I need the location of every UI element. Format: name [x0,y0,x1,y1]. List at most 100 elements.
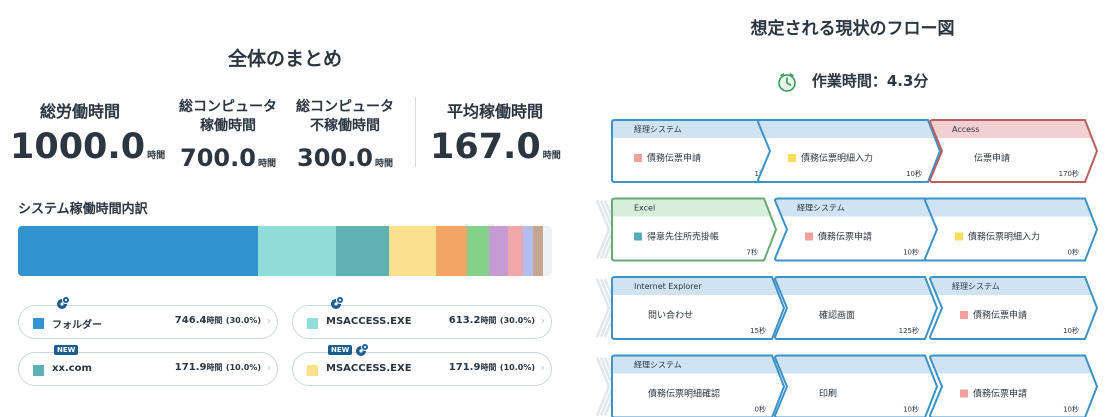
bar-segment-7 [489,226,508,276]
flow-step[interactable]: 経理システム債務伝票申請 10秒 [928,276,1099,340]
card-name: MSACCESS.EXE [326,316,412,327]
flow-marker [634,154,642,162]
bar-segment-2 [258,226,336,276]
flow-continue-icon [595,278,611,338]
flow-step[interactable]: 経理システム債務伝票申請 10秒 [773,197,939,262]
flow-step[interactable]: 確認画面 125秒 [773,276,939,340]
flow-step-time: 7秒 [747,248,758,257]
card-hours: 746.4 [174,315,207,326]
card-pct: (10.0%) [499,363,535,372]
flow-continue-icon [595,357,611,416]
flow-step-header [775,277,937,295]
bar-segment-8 [507,226,523,276]
flow-row-2: Excel 得意先住所売掛帳 7秒 経理システム債務伝票申請 10秒 債務伝票明細入力 0秒 [595,197,1099,262]
flow-app-name: 経理システム [952,281,1000,291]
usage-card-xxcom[interactable]: xx.com 171.9時間 (10.0%) › [18,352,278,386]
new-badge: NEW [328,345,353,355]
flow-step-time: 10秒 [906,169,922,178]
flow-marker [805,232,813,241]
metric-unit: 時間 [147,151,166,161]
flow-step-time: 170秒 [1059,169,1079,178]
flow-step[interactable]: 債務伝票明細入力 10秒 [756,119,942,183]
bar-segment-9 [522,226,534,276]
flow-step[interactable]: Internet Explorer 問い合わせ 15秒 [611,276,786,340]
flow-marker [955,232,963,241]
flow-step[interactable]: 経理システム債務伝票明細確認 0秒 [611,354,786,417]
metric-unit: 時間 [542,151,561,161]
color-swatch [307,318,318,329]
flow-app-name: Access [952,125,979,134]
flow-task-name: 債務伝票申請 [973,388,1027,400]
flow-task-name: 伝票申請 [974,152,1010,164]
flow-task-name: 債務伝票申請 [818,231,872,243]
work-time-label: 作業時間：4.3分 [811,72,929,90]
flow-app-name: Excel [634,204,655,213]
flow-step-header [925,198,1097,217]
bar-segment-5 [436,226,468,276]
flow-step-time: 125秒 [899,326,919,335]
flow-step[interactable]: 債務伝票明細入力 0秒 [923,197,1099,262]
system-usage-stacked-bar [18,226,552,276]
metric-total-work: 総労働時間 1000.0 時間 [10,102,165,167]
flow-task-name: 債務伝票申請 [647,152,701,164]
flow-app-name: 経理システム [797,203,845,213]
flow-title: 想定される現状のフロー図 [750,19,955,39]
metric-computer-active: 総コンピュータ 稼働時間 700.0 時間 [168,98,288,172]
flow-step-time: 10秒 [903,248,919,257]
flow-task-name: 確認画面 [819,309,855,321]
chevron-right-icon: › [540,361,545,374]
new-badge: NEW [54,345,79,355]
flow-panel: 想定される現状のフロー図 作業時間：4.3分 経理システム 債務伝票申請 1秒 債務伝… [595,0,1110,417]
summary-title: 全体のまとめ [227,48,342,70]
metric-value: 167.0 [430,127,541,167]
flow-marker [788,154,796,162]
flow-step[interactable]: 経理システム債務伝票申請1秒 [611,119,786,183]
usage-card-msaccess-2[interactable]: MSACCESS.EXE 171.9時間 (10.0%) › [292,352,552,386]
bar-segment-1 [18,226,259,276]
flow-step[interactable]: Excel 得意先住所売掛帳 7秒 [611,197,778,262]
flow-task-name: 得意先住所売掛帳 [647,231,719,243]
bar-segment-6 [467,226,490,276]
color-swatch [33,365,44,376]
flow-task-name: 問い合わせ [648,309,693,321]
flow-task-name: 印刷 [819,388,837,400]
metric-unit: 時間 [257,159,276,169]
flow-row-4: 経理システム債務伝票明細確認 0秒 印刷 10秒 債務伝票申請 10秒 [595,354,1099,417]
flow-step[interactable]: 債務伝票申請 10秒 [928,354,1099,417]
card-hours: 171.9 [448,362,481,373]
card-pct: (30.0%) [225,316,261,325]
flow-task-name: 債務伝票申請 [973,309,1027,321]
card-unit: 時間 [480,316,497,325]
metric-value: 1000.0 [10,127,146,167]
metric-label: 総コンピュータ 稼働時間 [179,99,277,134]
flow-app-name: Internet Explorer [634,282,702,291]
process-flow-diagram: 経理システム債務伝票申請1秒債務伝票明細入力10秒Access伝票申請170秒E… [595,119,1099,417]
flow-step-time: 0秒 [755,405,766,414]
card-name: MSACCESS.EXE [326,363,412,374]
usage-card-folder[interactable]: フォルダー 746.4時間 (30.0%) › [18,305,278,339]
flow-step-time: 0秒 [1068,248,1079,257]
flow-step-header [758,120,940,138]
metric-average-active: 平均稼働時間 167.0 時間 [430,102,561,167]
summary-panel: 全体のまとめ 総労働時間 1000.0 時間 総コンピュータ 稼働時間 700.0… [0,0,570,417]
flow-app-name: 経理システム [634,360,682,370]
flow-app-name: 経理システム [634,124,682,134]
card-unit: 時間 [206,316,223,325]
flow-row-3: Internet Explorer問い合わせ15秒確認画面125秒経理システム債… [595,276,1099,340]
flow-step-header [930,355,1097,374]
flow-step[interactable]: 印刷 10秒 [773,354,939,417]
card-name: xx.com [52,363,92,374]
metric-computer-idle: 総コンピュータ 不稼働時間 300.0 時間 [285,98,405,172]
process-icon [57,296,70,309]
color-swatch [33,318,44,329]
card-pct: (30.0%) [499,316,535,325]
usage-card-msaccess-1[interactable]: MSACCESS.EXE 613.2時間 (30.0%) › [292,305,552,339]
card-name: フォルダー [52,320,102,331]
flow-step[interactable]: Access 伝票申請 170秒 [928,119,1099,183]
card-unit: 時間 [480,363,497,372]
card-hours: 171.9 [174,362,207,373]
flow-step-header [775,355,937,374]
flow-task-name: 債務伝票明細確認 [648,388,720,400]
chevron-right-icon: › [266,314,271,327]
metric-value: 300.0 [297,144,373,172]
